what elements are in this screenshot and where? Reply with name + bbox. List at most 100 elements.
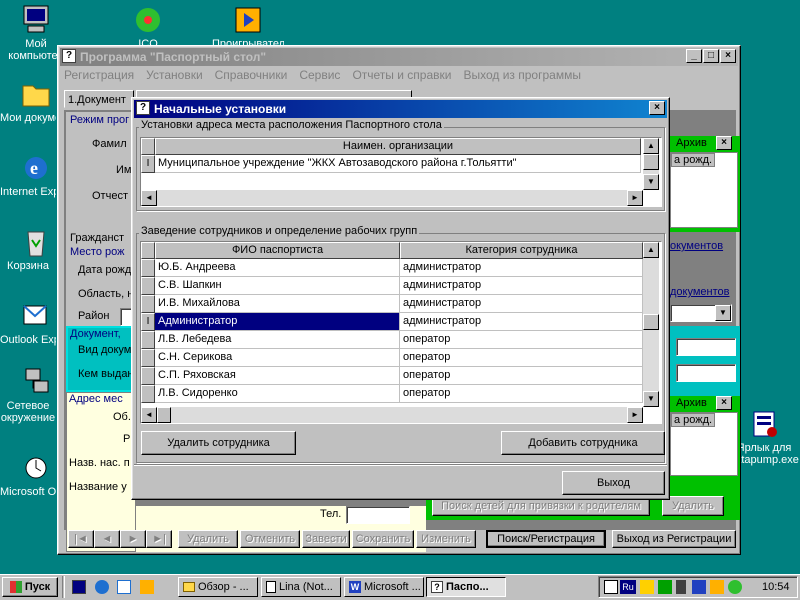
scroll-thumb[interactable] [643,314,659,330]
tray-app-icon[interactable] [604,580,618,594]
menu-exit[interactable]: Выход из программы [463,68,580,86]
archive-close-icon[interactable]: × [716,136,732,150]
employee-name-cell[interactable]: Ю.Б. Андреева [155,259,400,277]
employee-name-cell[interactable]: Л.В. Сидоренко [155,385,400,403]
desktop-icon-media-player[interactable]: Проигрыватель [212,4,284,47]
row-indicator[interactable] [141,349,155,367]
desktop-icon-icq[interactable]: ICQ [112,4,184,47]
dialog-exit-button[interactable]: Выход [562,471,665,495]
scroll-right-icon[interactable]: ► [627,407,643,423]
tray-icq-icon[interactable] [728,580,742,594]
tray-monitor-icon[interactable] [692,580,706,594]
scroll-up-icon[interactable]: ▲ [643,138,659,154]
documents-link-2[interactable]: документов [670,286,729,298]
employee-category-cell[interactable]: оператор [400,367,643,385]
employee-category-cell[interactable]: администратор [400,295,643,313]
row-indicator[interactable] [141,331,155,349]
employee-category-cell[interactable]: администратор [400,259,643,277]
menu-registration[interactable]: Регистрация [64,68,134,86]
org-vscroll[interactable]: ▲ ▼ [643,138,659,190]
exit-registration-button[interactable]: Выход из Регистрации [612,530,736,548]
staff-hscroll[interactable]: ◄ ► [141,407,643,423]
prev-record-button[interactable]: ◄ [94,530,120,548]
row-indicator[interactable] [141,385,155,403]
employee-category-cell[interactable]: оператор [400,331,643,349]
scroll-thumb[interactable] [643,154,659,170]
create-button[interactable]: Завести [302,530,350,548]
tray-network-icon[interactable] [658,580,672,594]
scroll-down-icon[interactable]: ▼ [643,174,659,190]
next-record-button[interactable]: ► [120,530,146,548]
change-button[interactable]: Изменить [416,530,476,548]
add-employee-button[interactable]: Добавить сотрудника [501,431,665,455]
right-delete-button[interactable]: Удалить [662,496,724,516]
scroll-up-icon[interactable]: ▲ [643,242,659,258]
employee-name-cell[interactable]: С.Н. Серикова [155,349,400,367]
start-button[interactable]: Пуск [2,577,58,597]
close-button[interactable]: × [720,49,736,63]
last-record-button[interactable]: ►| [146,530,172,548]
employee-category-cell[interactable]: администратор [400,313,643,331]
tray-pen-icon[interactable] [640,580,654,594]
menu-reports[interactable]: Отчеты и справки [352,68,451,86]
employee-name-cell[interactable]: Администратор [155,313,400,331]
scroll-down-icon[interactable]: ▼ [643,391,659,407]
task-word[interactable]: W Microsoft ... [344,577,424,597]
org-hscroll[interactable]: ◄ ► [141,190,643,206]
employee-name-cell[interactable]: И.В. Михайлова [155,295,400,313]
maximize-button[interactable]: □ [703,49,719,63]
dialog-titlebar[interactable]: ? Начальные установки × [134,100,667,118]
first-record-button[interactable]: |◄ [68,530,94,548]
scroll-left-icon[interactable]: ◄ [141,190,157,206]
search-registration-button[interactable]: Поиск/Регистрация [486,530,606,548]
cancel-button[interactable]: Отменить [240,530,300,548]
org-column-header[interactable]: Наимен. организации [155,138,641,155]
clock[interactable]: 10:54 [762,581,790,593]
quicklaunch-player-icon[interactable] [140,580,154,594]
scroll-left-icon[interactable]: ◄ [141,407,157,423]
save-button[interactable]: Сохранить [352,530,414,548]
org-name-cell[interactable]: Муниципальное учреждение "ЖКХ Автозаводс… [155,155,641,173]
language-indicator[interactable]: Ru [620,580,636,594]
task-explorer[interactable]: Обзор - ... [178,577,258,597]
scroll-thumb[interactable] [157,407,171,423]
row-indicator[interactable] [141,277,155,295]
row-indicator[interactable]: I [141,313,155,331]
tray-player-icon[interactable] [710,580,724,594]
show-desktop-icon[interactable] [72,580,86,594]
quicklaunch-outlook-icon[interactable] [117,580,131,594]
staff-vscroll[interactable]: ▲ ▼ [643,242,659,407]
row-indicator[interactable] [141,259,155,277]
doc-field-1[interactable] [676,338,736,356]
documents-link-1[interactable]: окументов [670,240,723,252]
row-indicator[interactable] [141,295,155,313]
row-indicator[interactable] [141,367,155,385]
volume-icon[interactable] [676,580,686,594]
tab-document[interactable]: 1.Документ [64,90,134,108]
employee-name-cell[interactable]: С.П. Ряховская [155,367,400,385]
menu-service[interactable]: Сервис [299,68,340,86]
menu-directories[interactable]: Справочники [215,68,288,86]
delete-record-button[interactable]: Удалить [178,530,238,548]
delete-employee-button[interactable]: Удалить сотрудника [141,431,296,455]
column-header-category[interactable]: Категория сотрудника [400,242,643,259]
task-lina[interactable]: Lina (Not... [261,577,341,597]
scroll-right-icon[interactable]: ► [627,190,643,206]
main-window-titlebar[interactable]: ? Программа "Паспортный стол" _ □ × [60,48,738,66]
doc-field-2[interactable] [676,364,736,382]
employee-category-cell[interactable]: оператор [400,385,643,403]
employee-category-cell[interactable]: администратор [400,277,643,295]
employee-name-cell[interactable]: Л.В. Лебедева [155,331,400,349]
task-passport[interactable]: ? Паспо... [426,577,506,597]
column-header-name[interactable]: ФИО паспортиста [155,242,400,259]
employee-category-cell[interactable]: оператор [400,349,643,367]
phone-input[interactable] [346,506,410,524]
minimize-button[interactable]: _ [686,49,702,63]
right-select[interactable]: ▼ [670,304,732,322]
employee-name-cell[interactable]: С.В. Шапкин [155,277,400,295]
archive-close-icon-2[interactable]: × [716,396,732,410]
dialog-close-button[interactable]: × [649,101,665,115]
chevron-down-icon[interactable]: ▼ [715,305,731,321]
menu-settings[interactable]: Установки [146,68,202,86]
quicklaunch-ie-icon[interactable] [95,580,109,594]
